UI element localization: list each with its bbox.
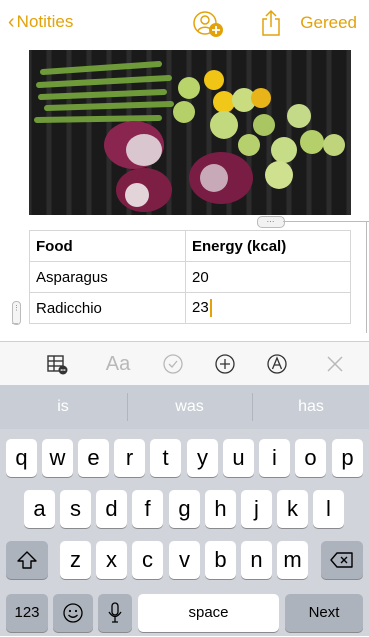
key[interactable]: a (24, 490, 55, 528)
shift-icon (17, 551, 37, 569)
key[interactable]: g (169, 490, 200, 528)
key[interactable]: i (259, 439, 290, 477)
key[interactable]: r (114, 439, 145, 477)
table-cell[interactable]: Asparagus (29, 261, 186, 293)
table-header-cell[interactable]: Energy (kcal) (185, 230, 351, 262)
key[interactable]: v (169, 541, 200, 579)
table-cell[interactable]: Radicchio (29, 292, 186, 324)
key[interactable]: l (313, 490, 344, 528)
numbers-key[interactable]: 123 (6, 594, 48, 632)
suggestion-item[interactable]: was (128, 385, 251, 429)
key[interactable]: s (60, 490, 91, 528)
table-row-handle[interactable]: ⋮ (12, 301, 21, 325)
suggestion-item[interactable]: is (0, 385, 126, 429)
key[interactable]: m (277, 541, 308, 579)
table-header-cell[interactable]: Food (29, 230, 186, 262)
table-row: Radicchio 23 (29, 292, 351, 324)
dictation-key[interactable] (98, 594, 132, 632)
format-toolbar: Aa (0, 341, 369, 386)
chevron-left-icon: ‹ (8, 11, 15, 33)
table-icon[interactable] (44, 351, 70, 377)
backspace-icon (330, 552, 353, 568)
key[interactable]: t (150, 439, 181, 477)
add-person-icon[interactable] (192, 10, 224, 38)
key[interactable]: w (42, 439, 73, 477)
key[interactable]: k (277, 490, 308, 528)
key[interactable]: h (205, 490, 236, 528)
key[interactable]: y (187, 439, 218, 477)
shift-key[interactable] (6, 541, 48, 579)
table-cell[interactable]: 20 (185, 261, 351, 293)
text-cursor (209, 299, 212, 318)
suggestion-item[interactable]: has (253, 385, 369, 429)
key[interactable]: e (78, 439, 109, 477)
back-button[interactable]: ‹ Notities (8, 12, 73, 32)
key[interactable]: j (241, 490, 272, 528)
delete-key[interactable] (321, 541, 363, 579)
markup-icon[interactable] (264, 351, 290, 377)
table-guide-line (12, 323, 18, 324)
nutrition-table: Food Energy (kcal) Asparagus 20 Radicchi… (29, 230, 351, 324)
back-label: Notities (16, 12, 74, 31)
navigation-bar: ‹ Notities Gereed (0, 0, 369, 48)
keyboard: q w e r t y u i o p a s d f g h j k l z … (0, 429, 369, 636)
space-key[interactable]: space (138, 594, 279, 632)
key[interactable]: o (295, 439, 326, 477)
close-icon[interactable] (322, 351, 348, 377)
add-icon[interactable] (212, 351, 238, 377)
table-header-row: Food Energy (kcal) (29, 230, 351, 262)
table-cell-active[interactable]: 23 (185, 292, 351, 324)
key[interactable]: x (96, 541, 127, 579)
next-key[interactable]: Next (285, 594, 363, 632)
text-format-icon[interactable]: Aa (102, 351, 134, 377)
grill-photo[interactable] (29, 50, 351, 215)
key[interactable]: n (241, 541, 272, 579)
microphone-icon (108, 602, 122, 623)
key[interactable]: z (60, 541, 91, 579)
share-icon[interactable] (260, 9, 282, 37)
key[interactable]: f (132, 490, 163, 528)
key[interactable]: p (332, 439, 363, 477)
table-row: Asparagus 20 (29, 261, 351, 293)
emoji-key[interactable] (53, 594, 93, 632)
emoji-icon (63, 603, 83, 623)
table-guide-line (366, 221, 367, 333)
done-button[interactable]: Gereed (300, 13, 357, 33)
key[interactable]: u (223, 439, 254, 477)
table-cell-text: 23 (192, 298, 209, 316)
table-guide-line (283, 221, 369, 222)
predictive-text-bar: is was has (0, 385, 369, 429)
key[interactable]: b (205, 541, 236, 579)
key[interactable]: q (6, 439, 37, 477)
key[interactable]: d (96, 490, 127, 528)
checklist-icon[interactable] (160, 351, 186, 377)
key[interactable]: c (132, 541, 163, 579)
table-column-handle[interactable]: ⋯ (257, 216, 285, 228)
